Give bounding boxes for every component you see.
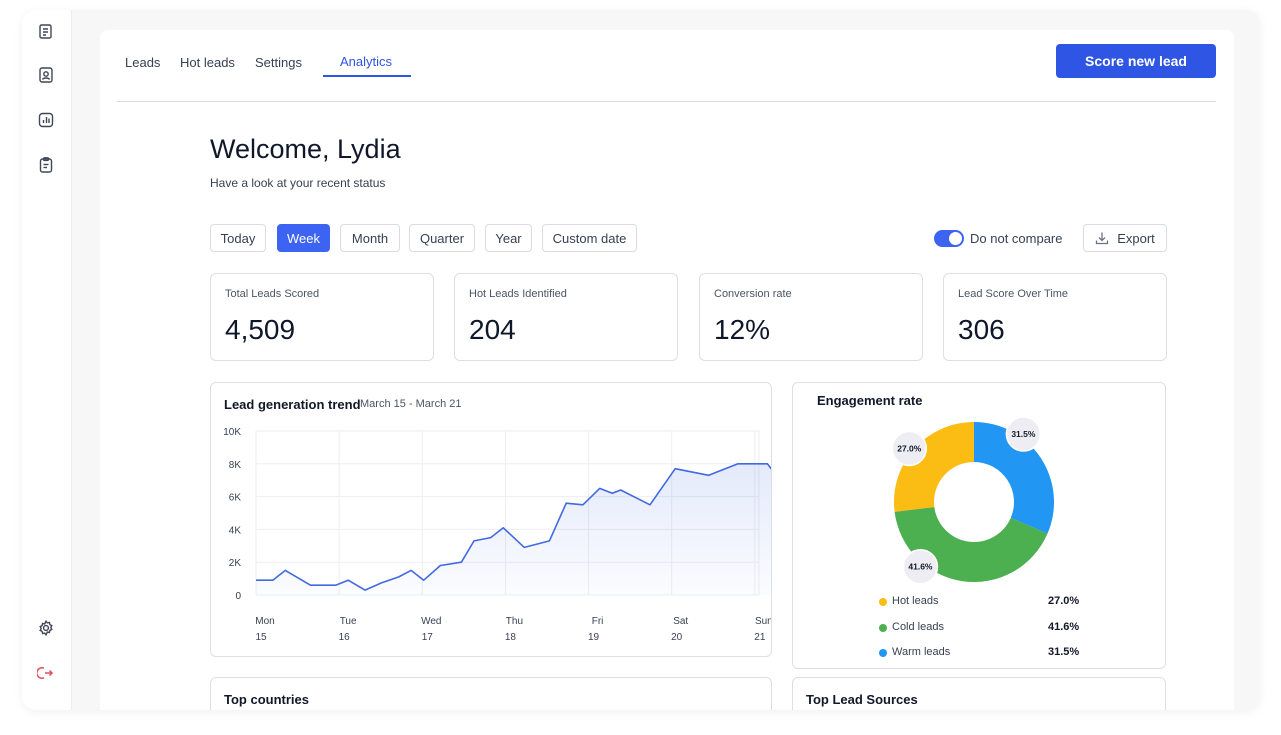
y-tick-label: 8K — [229, 460, 242, 471]
x-tick-day: Mon — [255, 616, 274, 627]
legend-label: Hot leads — [892, 595, 939, 607]
legend-value: 31.5% — [1048, 646, 1080, 658]
top-countries-title: Top countries — [224, 692, 309, 707]
x-tick-day: Fri — [592, 616, 604, 627]
clipboard-icon[interactable] — [34, 153, 58, 177]
x-tick-day: Thu — [506, 616, 523, 627]
kpi-value: 12% — [714, 314, 771, 345]
filter-year[interactable]: Year — [485, 224, 532, 252]
y-tick-label: 6K — [229, 493, 242, 504]
legend-value: 27.0% — [1048, 595, 1080, 607]
gear-icon[interactable] — [34, 616, 58, 640]
y-tick-label: 10K — [223, 427, 241, 438]
filter-today[interactable]: Today — [210, 224, 266, 252]
kpi-label: Total Leads Scored — [225, 288, 320, 300]
x-tick-date: 20 — [671, 632, 683, 643]
filter-month[interactable]: Month — [340, 224, 400, 252]
legend-swatch — [879, 598, 887, 606]
kpi-label: Hot Leads Identified — [469, 288, 567, 300]
x-tick-day: Wed — [421, 616, 441, 627]
document-icon[interactable] — [34, 20, 58, 44]
engagement-donut-chart: 27.0% 41.6% 31.5% — [891, 416, 1054, 585]
engagement-title: Engagement rate — [817, 393, 923, 408]
y-tick-label: 0 — [235, 591, 241, 602]
donut-data-label: 41.6% — [908, 562, 933, 572]
lead-trend-card: Lead generation trend March 15 - March 2… — [210, 382, 772, 657]
download-icon — [1096, 232, 1109, 245]
kpi-card-hot-leads: Hot Leads Identified 204 — [454, 273, 678, 361]
tab-analytics[interactable]: Analytics — [340, 54, 392, 69]
kpi-value: 4,509 — [225, 314, 296, 345]
logout-icon[interactable] — [34, 661, 58, 685]
x-tick-date: 18 — [505, 632, 517, 643]
page-title: Welcome, Lydia — [210, 134, 401, 164]
export-label: Export — [1117, 230, 1155, 246]
kpi-value: 306 — [958, 314, 1005, 345]
contact-card-icon[interactable] — [34, 63, 58, 87]
donut-data-label: 31.5% — [1011, 429, 1036, 439]
top-nav: Leads Hot leads Settings Analytics — [117, 30, 1216, 102]
legend-value: 41.6% — [1048, 621, 1080, 633]
top-countries-card: Top countries — [210, 677, 772, 710]
engagement-card: Engagement rate 27.0% 41.6% 31.5% Hot lead… — [792, 382, 1166, 669]
top-lead-sources-card: Top Lead Sources — [792, 677, 1166, 710]
donut-data-label: 27.0% — [897, 443, 922, 453]
x-tick-date: 17 — [422, 632, 434, 643]
lead-trend-chart: 0 2K 4K 6K 8K 10K Mon 15 Tue 16 Wed 17 Thu 18 Fri 19 Sat… — [223, 427, 771, 643]
sidebar — [22, 10, 72, 710]
score-new-lead-button[interactable]: Score new lead — [1056, 44, 1216, 78]
x-tick-date: 15 — [255, 632, 267, 643]
page-subtitle: Have a look at your recent status — [210, 176, 386, 190]
x-tick-date: 16 — [339, 632, 351, 643]
x-tick-date: 19 — [588, 632, 600, 643]
app-frame: Leads Hot leads Settings Analytics Score… — [22, 10, 1260, 710]
kpi-value: 204 — [469, 314, 516, 345]
y-tick-label: 2K — [229, 558, 242, 569]
tab-hot-leads[interactable]: Hot leads — [180, 55, 235, 70]
export-button[interactable]: Export — [1083, 224, 1167, 252]
legend-item-warm: Warm leads 31.5% — [879, 646, 1079, 660]
tab-settings[interactable]: Settings — [255, 55, 302, 70]
kpi-card-conversion-rate: Conversion rate 12% — [699, 273, 923, 361]
main-panel: Leads Hot leads Settings Analytics Score… — [100, 30, 1234, 710]
x-tick-day: Sun — [755, 616, 771, 627]
filter-quarter[interactable]: Quarter — [409, 224, 475, 252]
filter-custom-date[interactable]: Custom date — [542, 224, 637, 252]
active-tab-indicator — [323, 75, 411, 77]
toggle-knob — [949, 232, 962, 245]
legend-swatch — [879, 624, 887, 632]
x-tick-date: 21 — [754, 632, 766, 643]
top-lead-sources-title: Top Lead Sources — [806, 692, 918, 707]
legend-label: Warm leads — [892, 646, 951, 658]
filter-week[interactable]: Week — [277, 224, 330, 252]
compare-label: Do not compare — [970, 231, 1063, 246]
x-tick-day: Sat — [673, 616, 688, 627]
kpi-card-lead-score: Lead Score Over Time 306 — [943, 273, 1167, 361]
compare-toggle[interactable] — [934, 230, 964, 247]
legend-label: Cold leads — [892, 621, 944, 633]
kpi-card-total-leads: Total Leads Scored 4,509 — [210, 273, 434, 361]
legend-swatch — [879, 649, 887, 657]
kpi-label: Lead Score Over Time — [958, 288, 1069, 300]
x-tick-day: Tue — [340, 616, 357, 627]
y-tick-label: 4K — [229, 525, 242, 536]
kpi-label: Conversion rate — [714, 288, 792, 300]
legend-item-hot: Hot leads 27.0% — [879, 595, 1079, 609]
analytics-icon[interactable] — [34, 108, 58, 132]
tab-leads[interactable]: Leads — [125, 55, 160, 70]
legend-item-cold: Cold leads 41.6% — [879, 621, 1079, 635]
